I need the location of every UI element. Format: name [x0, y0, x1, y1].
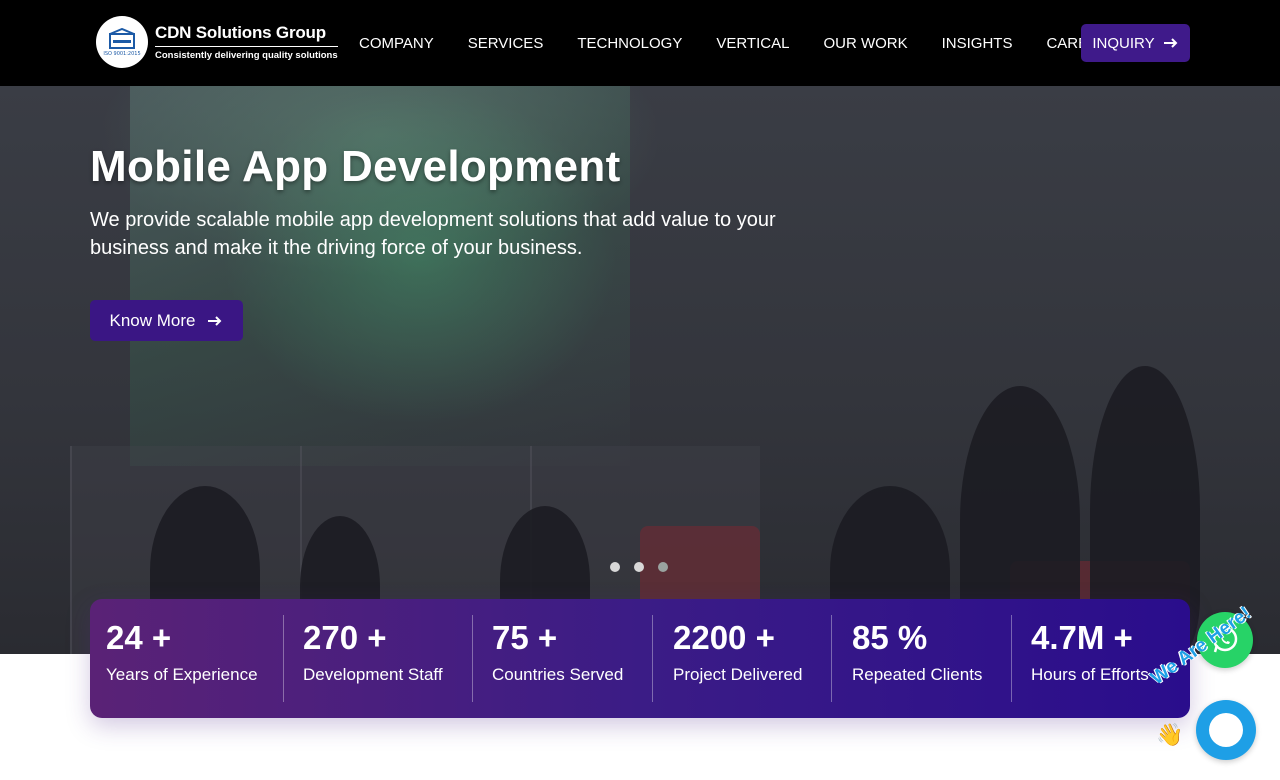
- stat-divider: [652, 615, 653, 702]
- stat-value: 4.7M +: [1031, 619, 1133, 656]
- company-logo: ISO 9001:2015: [96, 16, 148, 68]
- arrow-right-icon: [208, 315, 222, 326]
- brand-logo-link[interactable]: ISO 9001:2015 CDN Solutions Group Consis…: [96, 16, 338, 68]
- stat-label: Countries Served: [492, 665, 624, 684]
- stat-label: Project Delivered: [673, 665, 803, 684]
- hero-title: Mobile App Development: [90, 142, 621, 191]
- site-header: ISO 9001:2015 CDN Solutions Group Consis…: [0, 0, 1280, 86]
- stat-item: 4.7M + Hours of Efforts: [1031, 615, 1149, 702]
- stat-value: 270 +: [303, 619, 387, 656]
- arrow-right-icon: [1163, 38, 1178, 48]
- nav-services[interactable]: SERVICES: [451, 35, 561, 52]
- stat-item: 75 + Countries Served: [492, 615, 623, 702]
- inquiry-button[interactable]: INQUIRY: [1081, 24, 1190, 62]
- logo-iso-text: ISO 9001:2015: [103, 50, 141, 57]
- brand-tagline: Consistently delivering quality solution…: [155, 46, 338, 61]
- slider-dot-3[interactable]: [658, 562, 668, 572]
- nav-insights[interactable]: INSIGHTS: [925, 35, 1030, 52]
- stat-value: 24 +: [106, 619, 172, 656]
- stat-divider: [472, 615, 473, 702]
- know-more-button[interactable]: Know More: [90, 300, 243, 341]
- waving-hand-icon: 👋: [1156, 722, 1184, 747]
- stat-item: 85 % Repeated Clients: [852, 615, 982, 702]
- brand-text: CDN Solutions Group Consistently deliver…: [155, 23, 338, 61]
- stat-divider: [283, 615, 284, 702]
- stat-value: 75 +: [492, 619, 558, 656]
- chat-icon: [1209, 713, 1243, 747]
- stat-value: 2200 +: [673, 619, 775, 656]
- nav-company[interactable]: COMPANY: [342, 35, 451, 52]
- nav-vertical[interactable]: VERTICAL: [699, 35, 806, 52]
- stat-label: Years of Experience: [106, 665, 258, 684]
- slider-dot-1[interactable]: [610, 562, 620, 572]
- slider-dot-2[interactable]: [634, 562, 644, 572]
- nav-technology[interactable]: TECHNOLOGY: [560, 35, 699, 52]
- hero-description: We provide scalable mobile app developme…: [90, 209, 776, 259]
- stats-bar: 24 + Years of Experience 270 + Developme…: [90, 599, 1190, 718]
- stat-label: Development Staff: [303, 665, 443, 684]
- inquiry-label: INQUIRY: [1092, 34, 1155, 52]
- main-nav: COMPANY SERVICES TECHNOLOGY VERTICAL OUR…: [342, 0, 1126, 86]
- stat-divider: [1011, 615, 1012, 702]
- stat-divider: [831, 615, 832, 702]
- stat-label: Hours of Efforts: [1031, 665, 1149, 684]
- hero-banner: Mobile App Development We provide scalab…: [0, 86, 1280, 654]
- stat-value: 85 %: [852, 619, 928, 656]
- stat-item: 2200 + Project Delivered: [673, 615, 802, 702]
- slider-dots: [610, 562, 668, 572]
- stat-item: 24 + Years of Experience: [106, 615, 258, 702]
- logo-box-icon: [109, 27, 135, 49]
- nav-our-work[interactable]: OUR WORK: [806, 35, 924, 52]
- chat-button[interactable]: [1196, 700, 1256, 760]
- know-more-label: Know More: [109, 310, 196, 330]
- brand-name: CDN Solutions Group: [155, 23, 326, 42]
- stat-label: Repeated Clients: [852, 665, 983, 684]
- stat-item: 270 + Development Staff: [303, 615, 443, 702]
